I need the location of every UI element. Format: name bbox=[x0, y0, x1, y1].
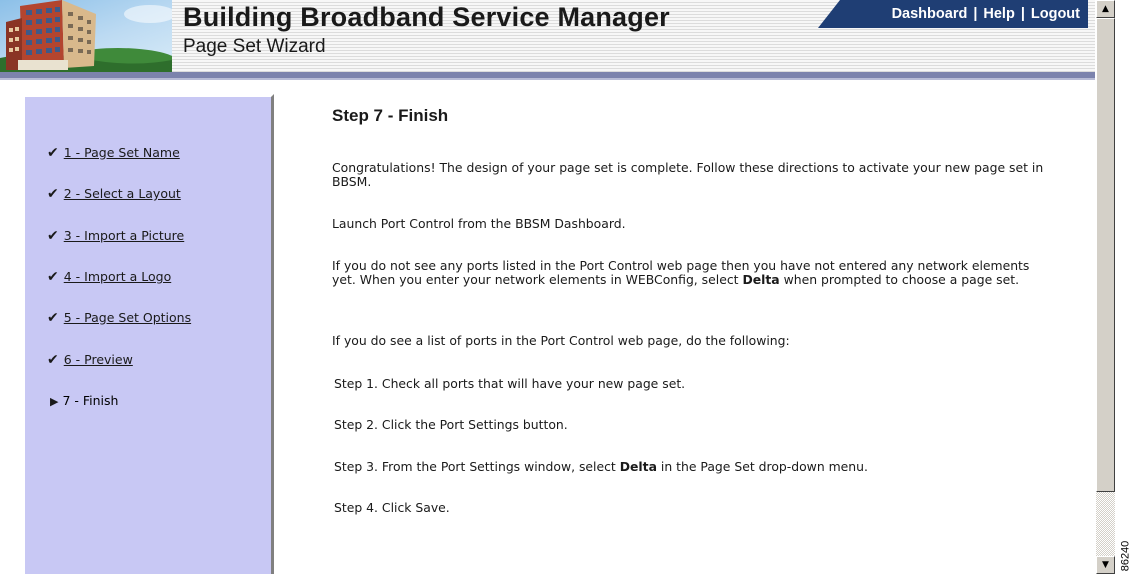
no-ports-instruction: If you do not see any ports listed in th… bbox=[332, 258, 1030, 287]
building-logo-image bbox=[0, 0, 172, 72]
figure-id-label: 86240 bbox=[1119, 540, 1132, 572]
scroll-down-arrow-icon[interactable]: ▼ bbox=[1096, 556, 1115, 574]
scroll-up-arrow-icon[interactable]: ▲ bbox=[1096, 0, 1115, 18]
step-link-import-picture[interactable]: 3 - Import a Picture bbox=[64, 228, 185, 243]
building-logo bbox=[0, 0, 172, 72]
top-navigation: Dashboard | Help | Logout bbox=[818, 0, 1088, 28]
checkmark-icon: ✔ bbox=[47, 186, 59, 202]
step-link-preview[interactable]: 6 - Preview bbox=[64, 352, 133, 367]
congratulations-text: Congratulations! The design of your page… bbox=[332, 160, 1044, 189]
step-3-text: Step 3. From the Port Settings window, s… bbox=[334, 459, 868, 474]
wizard-steps-sidebar: ✔ 1 - Page Set Name ✔ 2 - Select a Layout … bbox=[22, 94, 274, 574]
current-step-arrow-icon: ▶ bbox=[50, 395, 59, 408]
sidebar-item-import-logo: ✔ 4 - Import a Logo bbox=[47, 269, 171, 285]
header-divider-line bbox=[0, 78, 1095, 80]
ports-intro: If you do see a list of ports in the Por… bbox=[332, 333, 790, 348]
step-4-text: Step 4. Click Save. bbox=[334, 500, 450, 515]
step-link-page-set-name[interactable]: 1 - Page Set Name bbox=[64, 145, 180, 160]
dashboard-link[interactable]: Dashboard bbox=[892, 6, 968, 22]
sidebar-item-import-picture: ✔ 3 - Import a Picture bbox=[47, 228, 184, 244]
help-link[interactable]: Help bbox=[983, 6, 1014, 22]
page-subtitle: Page Set Wizard bbox=[183, 36, 326, 57]
step-heading: Step 7 - Finish bbox=[332, 106, 449, 125]
checkmark-icon: ✔ bbox=[47, 145, 59, 161]
step-label-finish: 7 - Finish bbox=[62, 393, 119, 408]
nav-separator: | bbox=[1020, 6, 1025, 22]
checkmark-icon: ✔ bbox=[47, 269, 59, 285]
sidebar-item-page-set-options: ✔ 5 - Page Set Options bbox=[47, 310, 191, 326]
checkmark-icon: ✔ bbox=[47, 228, 59, 244]
step-1-text: Step 1. Check all ports that will have y… bbox=[334, 376, 686, 391]
logout-link[interactable]: Logout bbox=[1031, 6, 1080, 22]
step-2-text: Step 2. Click the Port Settings button. bbox=[334, 417, 568, 432]
sidebar-item-page-set-name: ✔ 1 - Page Set Name bbox=[47, 145, 180, 161]
app-header: Building Broadband Service Manager Page … bbox=[0, 0, 1095, 80]
sidebar-item-preview: ✔ 6 - Preview bbox=[47, 352, 133, 368]
scrollbar-thumb[interactable] bbox=[1096, 18, 1115, 492]
sidebar-item-finish: ▶ 7 - Finish bbox=[47, 393, 118, 408]
launch-instruction: Launch Port Control from the BBSM Dashbo… bbox=[332, 216, 626, 231]
step-link-select-layout[interactable]: 2 - Select a Layout bbox=[64, 186, 181, 201]
step-link-import-logo[interactable]: 4 - Import a Logo bbox=[64, 269, 171, 284]
step-link-page-set-options[interactable]: 5 - Page Set Options bbox=[64, 310, 191, 325]
checkmark-icon: ✔ bbox=[47, 310, 59, 326]
main-content: Step 7 - Finish Congratulations! The des… bbox=[332, 106, 1072, 515]
delta-keyword: Delta bbox=[619, 459, 657, 474]
vertical-scrollbar[interactable]: ▲ ▼ bbox=[1096, 0, 1115, 574]
sidebar-item-select-layout: ✔ 2 - Select a Layout bbox=[47, 186, 181, 202]
app-title: Building Broadband Service Manager bbox=[183, 2, 670, 32]
delta-keyword: Delta bbox=[742, 272, 780, 287]
nav-separator: | bbox=[973, 6, 978, 22]
checkmark-icon: ✔ bbox=[47, 352, 59, 368]
